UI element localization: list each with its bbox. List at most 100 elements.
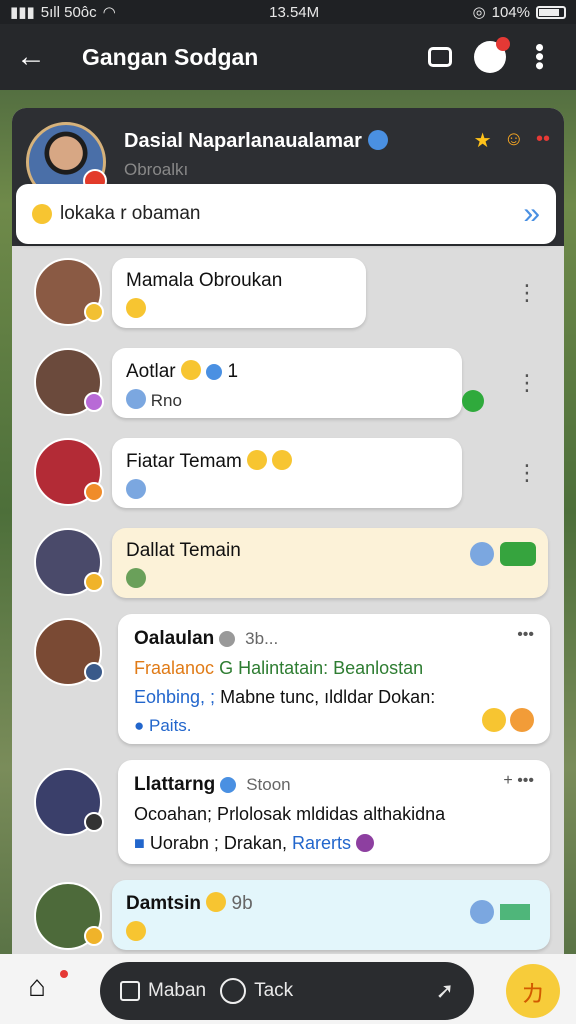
star-icon[interactable]: ★ xyxy=(474,128,492,153)
status-time: 13.54M xyxy=(269,3,320,21)
more-horiz-icon[interactable]: + ••• xyxy=(503,772,534,790)
compose-button[interactable]: Maban xyxy=(120,980,206,1002)
chat-row[interactable]: Mamala Obroukan ⋮ xyxy=(22,254,550,334)
chat-row[interactable]: Fiatar Temam ⋮ xyxy=(22,434,550,514)
message-card-row[interactable]: Oalaulan 3b... Fraalanoc G Halintatain: … xyxy=(22,614,550,748)
person-icon xyxy=(470,900,494,924)
status-bar: ▮▮▮ 5ıll 50ôc ◠ 13.54M ◎ 104% xyxy=(0,0,576,24)
overflow-menu-button[interactable]: ••• xyxy=(520,37,560,77)
more-dots-icon[interactable]: •• xyxy=(536,128,550,153)
chat-row[interactable]: Aotlar 1 Rno ⋮ xyxy=(22,344,550,424)
chat-panel: Dasial Naparlanaualamar Obroalkı ★ ☺ •• … xyxy=(12,108,564,954)
location-icon: ● xyxy=(134,716,145,735)
battery-percent: 104% xyxy=(491,3,530,21)
message-card-row[interactable]: Llattarng Stoon Ocoahan; Prlolosak mldid… xyxy=(22,760,550,868)
status-badge-icon xyxy=(84,392,104,412)
fab-button[interactable]: カ xyxy=(506,964,560,1018)
chat-name-line: Fiatar Temam xyxy=(126,450,448,473)
more-vert-icon[interactable]: ⋮ xyxy=(516,460,538,486)
card-text: Eohbing, ; xyxy=(134,687,216,707)
chat-preview: Rno xyxy=(150,391,182,410)
chat-bubble-highlighted[interactable]: Damtsin 9b xyxy=(112,880,550,950)
row-actions xyxy=(470,542,536,566)
chat-bubble[interactable]: Fiatar Temam xyxy=(112,438,462,508)
emoji-icon xyxy=(482,708,506,732)
avatar xyxy=(34,348,104,416)
rocket-icon[interactable]: ➚ xyxy=(436,978,454,1004)
more-vert-icon[interactable]: ⋮ xyxy=(516,370,538,396)
emoji-icon xyxy=(510,708,534,732)
chat-button[interactable] xyxy=(420,37,460,77)
message-input-bar[interactable]: lokaka r obaman » xyxy=(16,184,556,244)
profile-name-line: Dasial Naparlanaualamar xyxy=(124,130,388,153)
avatar xyxy=(34,528,104,596)
chat-preview-line: Rno xyxy=(126,389,448,411)
row-actions xyxy=(470,900,530,924)
emoji-icon xyxy=(180,360,201,380)
info-icon xyxy=(206,364,223,380)
doc-icon: ■ xyxy=(134,833,145,853)
card-text: Fraalanoc xyxy=(134,658,215,678)
card-text: Ocoahan; Prlolosak mldidas althakidna xyxy=(134,804,446,824)
chat-name-line: Aotlar 1 xyxy=(126,360,448,383)
chat-time: 9b xyxy=(231,893,253,914)
message-input[interactable]: lokaka r obaman xyxy=(60,203,523,225)
status-badge-icon xyxy=(84,302,104,322)
bottom-nav: ⌂ Maban Tack ➚ カ xyxy=(0,954,576,1024)
profile-header: Dasial Naparlanaualamar Obroalkı ★ ☺ •• … xyxy=(12,108,564,246)
card-line: ● Paits. xyxy=(134,716,534,736)
sticker-icon xyxy=(126,479,146,499)
chat-preview xyxy=(126,568,534,590)
thumbs-up-icon[interactable] xyxy=(500,542,536,566)
chat-name: Aotlar xyxy=(126,361,176,382)
wave-emoji-icon xyxy=(32,204,52,224)
status-left-text: 5ıll 50ôc xyxy=(40,3,97,21)
message-card[interactable]: Llattarng Stoon Ocoahan; Prlolosak mldid… xyxy=(118,760,550,864)
back-arrow-icon[interactable]: ← xyxy=(16,40,60,74)
more-horiz-icon[interactable]: ••• xyxy=(517,626,534,644)
status-badge-icon xyxy=(84,812,104,832)
message-card[interactable]: Oalaulan 3b... Fraalanoc G Halintatain: … xyxy=(118,614,550,744)
talk-button[interactable]: Tack xyxy=(220,978,293,1004)
home-icon[interactable]: ⌂ xyxy=(28,970,68,1010)
card-header: Llattarng Stoon xyxy=(134,774,534,796)
mascot-avatar-icon xyxy=(474,37,510,73)
chat-bubble[interactable]: Aotlar 1 Rno xyxy=(112,348,462,418)
profile-subtitle: Obroalkı xyxy=(124,160,189,179)
chat-bubble[interactable]: Mamala Obroukan xyxy=(112,258,366,328)
chat-row[interactable]: Dallat Temain xyxy=(22,524,550,604)
chat-preview xyxy=(126,479,448,501)
chat-name: Damtsin xyxy=(126,893,201,914)
card-header: Oalaulan 3b... xyxy=(134,628,534,650)
chat-icon xyxy=(428,47,452,67)
online-icon xyxy=(462,390,484,412)
status-badge-icon xyxy=(84,572,104,592)
chat-count: 1 xyxy=(227,361,239,382)
card-line: ■ Uorabn ; Drakan, Rarerts xyxy=(134,833,534,854)
chat-preview xyxy=(126,298,352,320)
person-icon xyxy=(470,542,494,566)
card-name: Oalaulan xyxy=(134,628,215,649)
send-arrow-icon[interactable]: » xyxy=(523,197,540,231)
compose-label: Maban xyxy=(148,980,207,1001)
card-time: Stoon xyxy=(246,775,291,794)
chat-row[interactable]: Damtsin 9b xyxy=(22,878,550,954)
chat-bubble-icon xyxy=(220,978,247,1004)
battery-icon xyxy=(536,5,566,19)
person-icon xyxy=(126,389,146,409)
avatar xyxy=(34,618,104,686)
status-badge-icon xyxy=(84,926,104,946)
wifi-icon: ◠ xyxy=(102,4,116,21)
more-vert-icon[interactable]: ⋮ xyxy=(516,280,538,306)
edit-icon xyxy=(120,981,140,1001)
emoji-icon xyxy=(247,450,268,470)
header-icons: ★ ☺ •• xyxy=(474,128,550,153)
avatar xyxy=(34,882,104,950)
mascot-button[interactable] xyxy=(470,37,510,77)
page-title: Gangan Sodgan xyxy=(82,43,259,70)
card-text: Rarerts xyxy=(291,833,351,853)
emoji-face-icon[interactable]: ☺ xyxy=(504,128,524,153)
card-name: Llattarng xyxy=(134,774,216,795)
card-text: Mabne tunc, ıldldar Dokan: xyxy=(220,687,436,707)
status-badge-icon xyxy=(84,482,104,502)
